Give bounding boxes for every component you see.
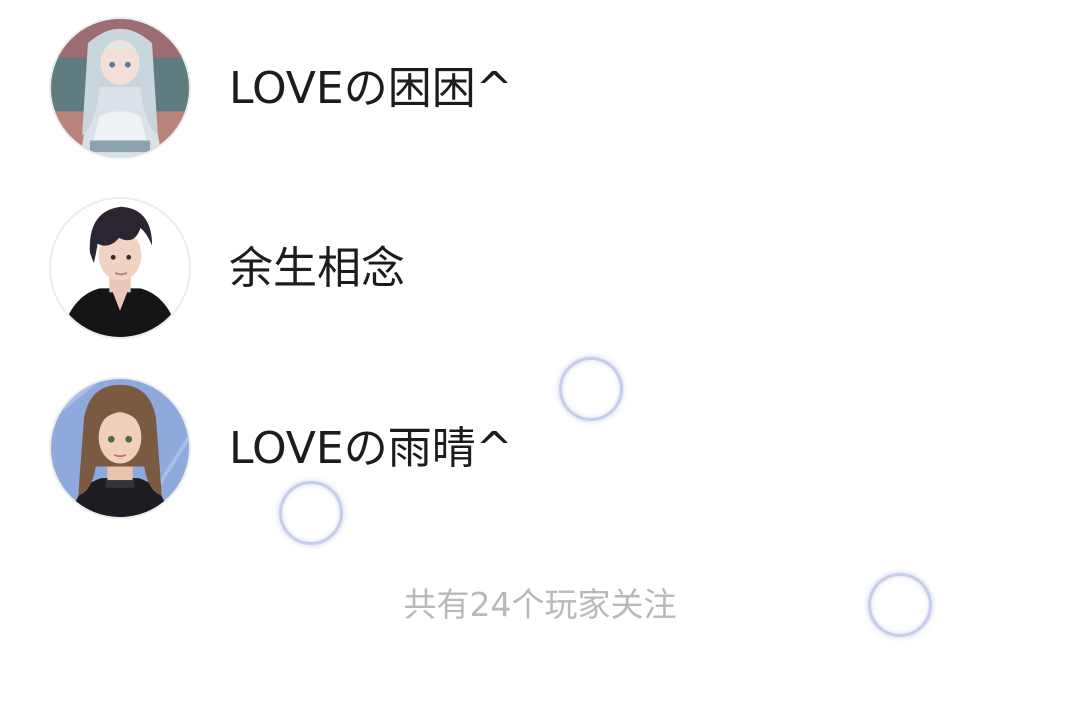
avatar[interactable] — [49, 377, 191, 519]
follower-name: LOVEの雨晴^ — [229, 423, 513, 474]
follower-list-page: LOVEの困困^ 余生相念 LOVEの雨晴^ 共有24个玩家关注 — [0, 0, 1080, 724]
follower-list-item[interactable]: LOVEの困困^ — [0, 0, 1080, 180]
touch-indicator-icon — [279, 481, 343, 545]
anime-girl-white-hair-avatar — [51, 19, 189, 157]
touch-indicator-icon — [868, 573, 932, 637]
avatar[interactable] — [49, 17, 191, 159]
brown-haired-girl-avatar — [51, 379, 189, 517]
avatar[interactable] — [49, 197, 191, 339]
dark-haired-man-avatar — [51, 199, 189, 337]
follower-list-item[interactable]: LOVEの雨晴^ — [0, 360, 1080, 540]
follower-list-item[interactable]: 余生相念 — [0, 180, 1080, 360]
follower-name: LOVEの困困^ — [229, 63, 513, 114]
follower-name: 余生相念 — [229, 243, 405, 294]
touch-indicator-icon — [559, 357, 623, 421]
